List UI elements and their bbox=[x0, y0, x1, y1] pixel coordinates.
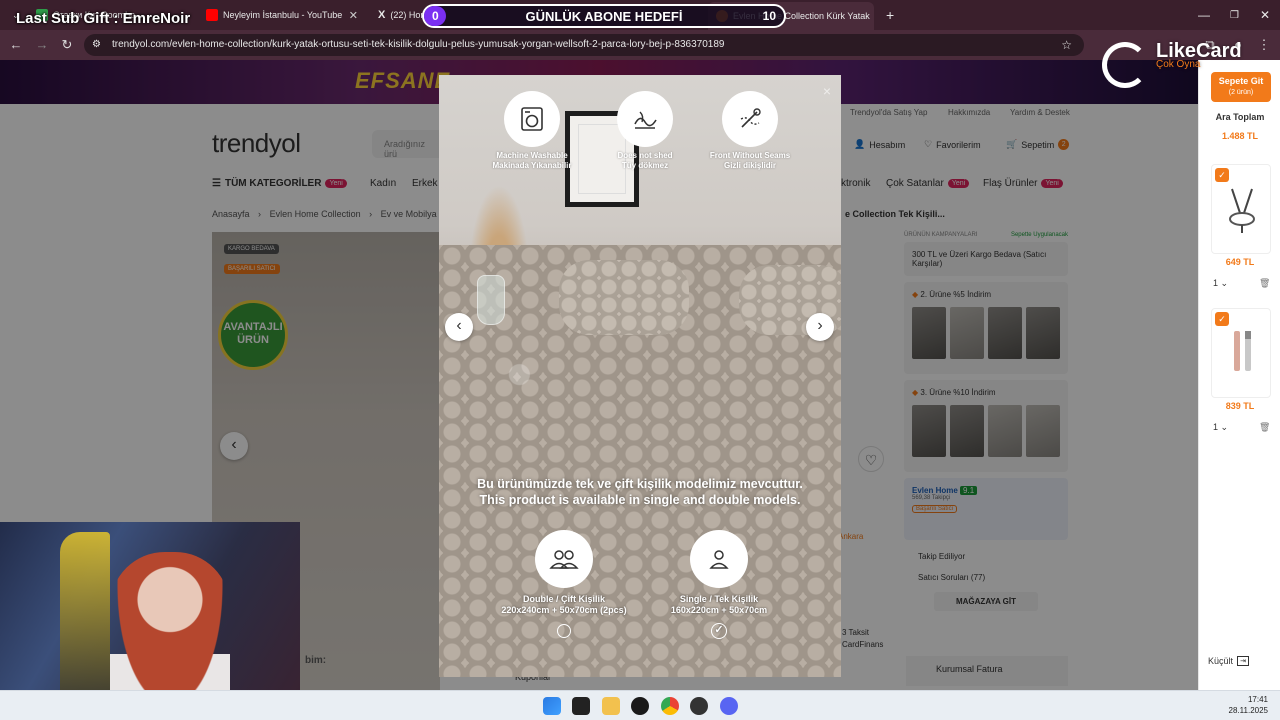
windows-start-icon[interactable] bbox=[543, 697, 561, 715]
trash-icon[interactable]: 🗑 bbox=[1259, 278, 1270, 289]
address-bar[interactable]: ⚙ trendyol.com/evlen-home-collection/kur… bbox=[84, 34, 1084, 56]
youtube-favicon-icon bbox=[206, 9, 218, 21]
lightbox-prev-button[interactable]: ‹ bbox=[445, 313, 473, 341]
feature-hidden-seams: Front Without Seams Gizli dikişlidir bbox=[690, 91, 810, 171]
chrome-icon[interactable] bbox=[661, 697, 679, 715]
file-explorer-icon[interactable] bbox=[602, 697, 620, 715]
feature-machine-washable: Machine Washable Makinada Yıkanabilir bbox=[472, 91, 592, 171]
browser-toolbar: ← → ↻ ⚙ trendyol.com/evlen-home-collecti… bbox=[0, 30, 1280, 60]
feature-does-not-shed: Does not shed Tüy dökmez bbox=[585, 91, 705, 171]
washing-machine-icon bbox=[504, 91, 560, 147]
system-clock[interactable]: 17:41 28.11.2025 bbox=[1229, 694, 1268, 716]
new-tab-button[interactable]: + bbox=[878, 4, 898, 26]
windows-taskbar: 17:41 28.11.2025 bbox=[0, 690, 1280, 720]
forward-icon[interactable]: → bbox=[32, 35, 52, 55]
reload-icon[interactable]: ↻ bbox=[57, 35, 77, 55]
site-info-icon[interactable]: ⚙ bbox=[92, 34, 101, 56]
checkbox-checked-icon[interactable]: ✓ bbox=[1215, 168, 1229, 182]
discord-icon[interactable] bbox=[720, 697, 738, 715]
last-sub-gift-label: Last Sub Gift : EmreNoir bbox=[16, 10, 191, 27]
cart-item-price: 649 TL bbox=[1225, 257, 1255, 267]
lightbox-close-icon[interactable]: × bbox=[823, 83, 831, 99]
caption-tr: Bu ürünümüzde tek ve çift kişilik modeli… bbox=[477, 477, 803, 491]
sponsor-logo: LikeCard Çok Oyna bbox=[1156, 40, 1242, 70]
cart-item[interactable]: ✓ bbox=[1211, 164, 1271, 254]
close-tab-icon[interactable]: ✕ bbox=[349, 9, 358, 22]
bookmark-star-icon[interactable]: ☆ bbox=[1061, 34, 1072, 56]
trash-icon[interactable]: 🗑 bbox=[1259, 422, 1270, 433]
collapse-icon: ⇥ bbox=[1237, 656, 1250, 666]
size-radio-unselected[interactable] bbox=[557, 624, 571, 638]
no-shed-icon bbox=[617, 91, 673, 147]
subtotal-value: 1.488 TL bbox=[1221, 131, 1259, 141]
cart-side-panel: Sepete Git (2 ürün) Ara Toplam 1.488 TL … bbox=[1198, 60, 1280, 690]
app-icon[interactable] bbox=[690, 697, 708, 715]
size-option-double[interactable]: Double / Çift Kişilik 220x240cm + 50x70c… bbox=[494, 530, 634, 638]
go-to-cart-button[interactable]: Sepete Git (2 ürün) bbox=[1211, 72, 1271, 102]
maximize-icon[interactable]: ❐ bbox=[1222, 4, 1246, 26]
checkbox-checked-icon[interactable]: ✓ bbox=[1215, 312, 1229, 326]
subscriber-goal-bar: 0 GÜNLÜK ABONE HEDEFİ 10 bbox=[422, 4, 786, 28]
lipgloss-image bbox=[1234, 331, 1251, 371]
goal-target: 10 bbox=[762, 9, 776, 23]
lightbox-next-button[interactable]: › bbox=[806, 313, 834, 341]
shrink-button[interactable]: Küçült ⇥ bbox=[1208, 656, 1250, 666]
subtotal-label: Ara Toplam bbox=[1215, 112, 1265, 122]
browser-tab[interactable]: Neyleyim İstanbulu - YouTube ✕ bbox=[198, 4, 366, 26]
task-view-icon[interactable] bbox=[572, 697, 590, 715]
label-fragment: bim: bbox=[305, 655, 327, 666]
double-people-icon bbox=[535, 530, 593, 588]
browser-tab[interactable]: X (22) Home bbox=[370, 4, 430, 26]
back-icon[interactable]: ← bbox=[6, 35, 26, 55]
seamless-front-icon bbox=[722, 91, 778, 147]
cart-item-price: 839 TL bbox=[1225, 401, 1255, 411]
caption-en: This product is available in single and … bbox=[479, 493, 801, 507]
menu-icon[interactable]: ⋮ bbox=[1254, 35, 1274, 55]
quantity-select[interactable]: 1 ⌄ bbox=[1213, 278, 1228, 289]
size-option-single[interactable]: Single / Tek Kişilik 160x220cm + 50x70cm… bbox=[649, 530, 789, 639]
obs-icon[interactable] bbox=[631, 697, 649, 715]
image-lightbox: × Machine Washable Makinada Yıkanabilir … bbox=[439, 75, 841, 677]
minimize-icon[interactable]: — bbox=[1190, 4, 1214, 26]
x-favicon-icon: X bbox=[378, 9, 386, 21]
size-check-selected-icon[interactable]: ✓ bbox=[711, 623, 727, 639]
cart-item[interactable]: ✓ bbox=[1211, 308, 1271, 398]
goal-title: GÜNLÜK ABONE HEDEFİ bbox=[525, 9, 683, 24]
eyelash-curler-image bbox=[1229, 188, 1255, 233]
close-window-icon[interactable]: ✕ bbox=[1252, 4, 1276, 26]
single-person-icon bbox=[690, 530, 748, 588]
quantity-select[interactable]: 1 ⌄ bbox=[1213, 422, 1228, 433]
